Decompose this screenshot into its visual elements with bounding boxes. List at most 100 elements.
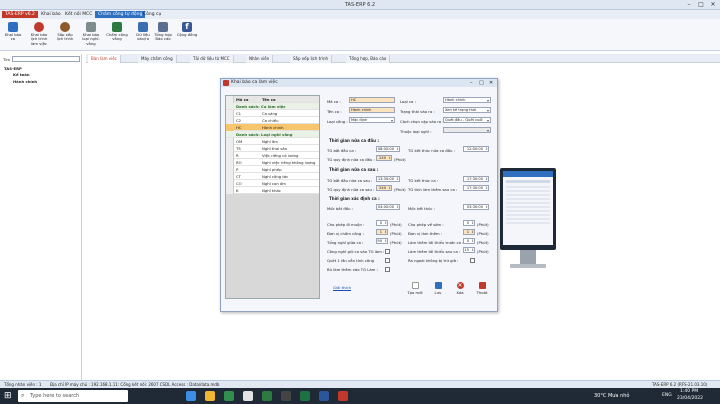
word-icon[interactable]	[319, 391, 329, 401]
taskbar-search[interactable]: ⌕ Type here to search	[18, 390, 128, 402]
dialog-close-icon[interactable]: ✕	[489, 80, 493, 86]
cong-nghi-giu-checkbox[interactable]	[385, 249, 390, 254]
tab-ban-lam-viec[interactable]: Bàn làm việc	[88, 55, 121, 63]
unit-label: (Phút)	[477, 249, 489, 254]
lam-them-sau-input[interactable]: 15	[463, 247, 475, 253]
list-item-selected[interactable]: HC Hành chính	[226, 124, 319, 131]
list-item[interactable]: RO Nghỉ việc riêng không lương	[226, 159, 319, 166]
tab-nhan-vien[interactable]: Nhân viên	[246, 55, 274, 63]
windows-start-icon[interactable]: ⊞	[4, 391, 14, 401]
unit-label: (Phút)	[390, 231, 402, 236]
list-group[interactable]: Danh sách: Loại nghỉ vắng	[226, 131, 319, 138]
file-explorer-icon[interactable]	[205, 391, 215, 401]
col-ma-ca[interactable]: Mã ca	[236, 96, 250, 103]
exit-button[interactable]: Thoát	[472, 282, 492, 300]
close-button[interactable]: ✕	[708, 1, 718, 9]
excel-icon[interactable]	[300, 391, 310, 401]
title-bar: TAS-ERP 6.2 – □ ✕	[0, 0, 720, 10]
ribbon-khai-bao-ca[interactable]: Khai báo ca	[2, 22, 24, 42]
trang-thai-select[interactable]: Xen kẽ trạng thái	[443, 107, 491, 113]
tg-ket-thuc-2-input[interactable]: 17:30:00	[463, 176, 489, 182]
edge-icon[interactable]	[224, 391, 234, 401]
chrome-icon[interactable]	[243, 391, 253, 401]
trang-thai-label: Trạng thái vào ra :	[400, 109, 435, 114]
cho-phep-muon-input[interactable]: 0	[376, 220, 388, 226]
quet-1-lan-checkbox[interactable]	[385, 258, 390, 263]
list-item[interactable]: C1 Ca sáng	[226, 110, 319, 117]
taskview-icon[interactable]	[186, 391, 196, 401]
tab-tai-du-lieu[interactable]: Tải dữ liệu từ MCC	[190, 55, 234, 63]
clock-date[interactable]: 23/04/2022	[677, 396, 703, 401]
new-button[interactable]: Tạo mới	[405, 282, 425, 300]
menu-app[interactable]: TAS-ERP v6.2	[2, 11, 38, 18]
list-item[interactable]: CT Nghỉ công tác	[226, 173, 319, 180]
clock-time[interactable]: 1:40 PM	[680, 389, 698, 394]
list-item[interactable]: R Việc riêng có lương	[226, 152, 319, 159]
loai-cong-select[interactable]: Mặc định	[349, 117, 395, 123]
dialog-minimize-icon[interactable]: –	[470, 80, 473, 86]
bu-lam-them-checkbox[interactable]	[385, 267, 390, 272]
save-button[interactable]: Lưu	[428, 282, 448, 300]
unit-label: (Phút)	[390, 222, 402, 227]
don-vi-lam-them-input[interactable]: 1	[463, 229, 475, 235]
list-item[interactable]: TS Nghỉ thai sản	[226, 145, 319, 152]
ten-ca-input[interactable]: Hành chính	[349, 107, 395, 113]
list-item[interactable]: K Nghỉ khác	[226, 187, 319, 194]
list-item[interactable]: OM Nghỉ ốm	[226, 138, 319, 145]
tong-nghi-input[interactable]: 90	[376, 238, 388, 244]
ribbon-lich-trinh[interactable]: Khai báo lịch trình làm việc	[28, 22, 50, 46]
weather-widget[interactable]: 30°C Mưa nhỏ	[594, 393, 629, 399]
menu-cham-cong[interactable]: Chấm công tự động	[95, 11, 146, 18]
maximize-button[interactable]: □	[696, 1, 706, 9]
thuoc-loai-select[interactable]	[443, 127, 491, 133]
tg-bat-dau-1-input[interactable]: 08:00:00	[376, 146, 400, 152]
tg-ket-thuc-1-input[interactable]: 12:00:00	[463, 146, 489, 152]
moc-bat-dau-input[interactable]: 04:00:00	[376, 204, 400, 210]
ribbon-cham-cong-vang[interactable]: Chấm công vắng	[106, 22, 128, 42]
menu-khai-bao[interactable]: Khai báo	[38, 11, 64, 18]
tree-root[interactable]: TAS-ERP	[4, 66, 22, 71]
ribbon-sap-xep[interactable]: Sắp xếp lịch trình	[54, 22, 76, 42]
list-item[interactable]: P Nghỉ phép	[226, 166, 319, 173]
list-header: Mã ca Tên ca	[226, 96, 319, 103]
ra-ngoai-checkbox[interactable]	[470, 258, 475, 263]
app-icon[interactable]	[281, 391, 291, 401]
tree-ke-toan[interactable]: Kế toán	[13, 72, 30, 77]
dialog-maximize-icon[interactable]: □	[479, 80, 484, 86]
col-ten-ca[interactable]: Tên ca	[262, 96, 318, 103]
cho-phep-som-input[interactable]: 0	[463, 220, 475, 226]
ribbon-bao-cao[interactable]: Tổng hợp Báo cáo	[152, 22, 174, 42]
ribbon-cong-dong[interactable]: f Cộng đồng	[176, 22, 198, 37]
loai-ca-select[interactable]: Hành chính	[443, 97, 491, 103]
tab-may-cham-cong[interactable]: Máy chấm công	[138, 55, 177, 63]
ribbon-nghi-vang[interactable]: Khai báo loại nghỉ-vắng	[80, 22, 102, 46]
list-item[interactable]: C2 Ca chiều	[226, 117, 319, 124]
tg-bat-dau-1-label: TG bắt đầu ca :	[327, 148, 357, 153]
help-link[interactable]: Giải thích	[333, 285, 351, 290]
delete-button[interactable]: ✕ Xóa	[450, 282, 470, 300]
list-group[interactable]: Danh sách: Ca làm việc	[226, 103, 319, 110]
tg-lam-them-input[interactable]: 17:30:00	[463, 185, 489, 191]
tab-sap-xep[interactable]: Sắp xếp lịch trình	[290, 55, 333, 63]
tg-bat-dau-2-input[interactable]: 13:30:00	[376, 176, 400, 182]
app-icon[interactable]	[262, 391, 272, 401]
thuoc-loai-label: Thuộc loại nghỉ :	[400, 129, 432, 134]
cach-chon-select[interactable]: Quét đầu - Quét cuối	[443, 117, 491, 123]
sidebar-search-input[interactable]	[12, 56, 80, 62]
menu-ket-noi-mcc[interactable]: Kết nối MCC	[62, 11, 95, 18]
tg-quy-dinh-1-input[interactable]: 240	[376, 155, 392, 161]
menu-cong-cu[interactable]: Công cụ	[140, 11, 164, 18]
tab-bao-cao[interactable]: Tổng hợp, Báo cáo	[346, 55, 391, 63]
tg-quy-dinh-2-input[interactable]: 240	[376, 185, 392, 191]
don-vi-cham-input[interactable]: 1	[376, 229, 388, 235]
tree-hanh-chinh[interactable]: Hành chính	[13, 79, 37, 84]
list-item[interactable]: CO Nghỉ con ốm	[226, 180, 319, 187]
minimize-button[interactable]: –	[684, 1, 694, 9]
language-indicator[interactable]: ENG	[662, 393, 672, 398]
ribbon-du-lieu[interactable]: Dữ liệu vào/ra	[132, 22, 154, 42]
moc-ket-thuc-input[interactable]: 03:30:00	[463, 204, 489, 210]
section-nua-ca-sau: Thời gian nửa ca sau :	[329, 167, 379, 172]
lam-them-truoc-input[interactable]: 0	[463, 238, 475, 244]
ma-ca-input[interactable]: HC	[349, 97, 395, 103]
tas-erp-icon[interactable]	[338, 391, 348, 401]
